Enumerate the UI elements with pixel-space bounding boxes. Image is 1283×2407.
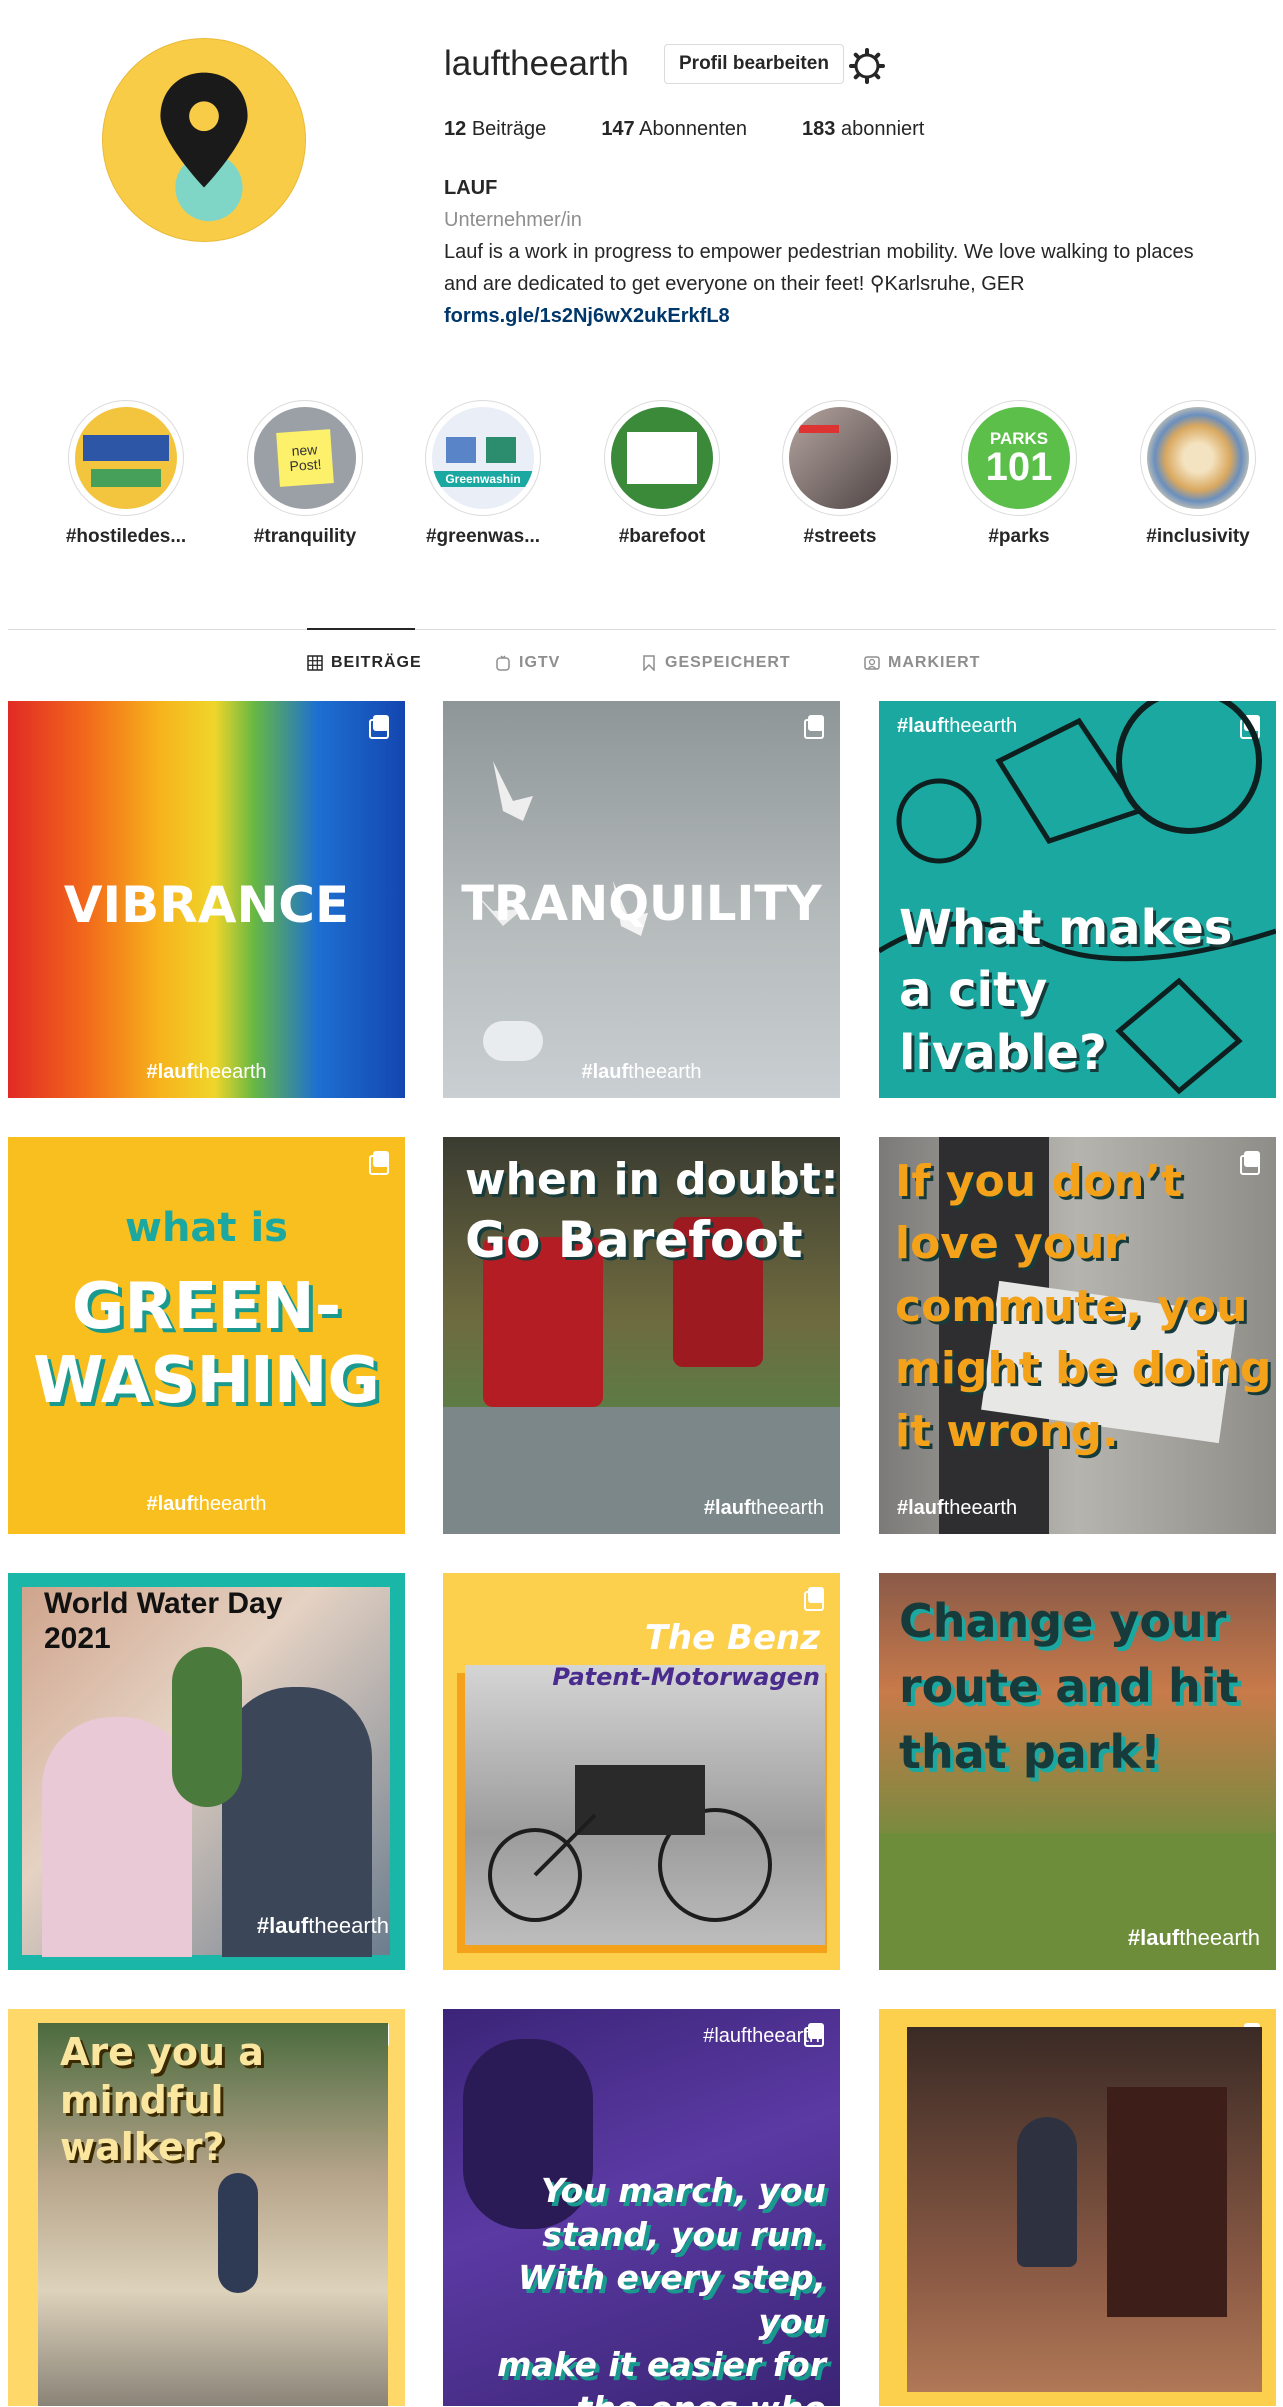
post-title: The Benz	[644, 1618, 820, 1658]
story-highlights: #hostiledes... new Post! #tranquility Gr…	[0, 400, 1283, 560]
profile-avatar[interactable]	[102, 38, 306, 242]
bookmark-icon	[643, 655, 655, 671]
multiple-posts-icon	[369, 1151, 391, 1175]
bio-line-1: Lauf is a work in progress to empower pe…	[444, 241, 1194, 263]
tab-posts[interactable]: BEITRÄGE	[307, 654, 422, 672]
followers-link[interactable]: 147 Abonnenten	[601, 118, 747, 141]
bio-line-2: and are dedicated to get everyone on the…	[444, 273, 1025, 295]
highlight-label: #barefoot	[618, 526, 706, 547]
post-title: Are you a mindful walker?	[60, 2030, 264, 2169]
highlight-label: #hostiledes...	[65, 526, 187, 547]
post-hashtag: #lauftheearth	[146, 1493, 267, 1515]
highlight-thumbnail: PARKS 101	[968, 407, 1070, 509]
post-title: You march, you stand, you run. With every …	[497, 2171, 826, 2406]
highlight-inclusivity[interactable]: #inclusivity	[1128, 400, 1268, 548]
highlight-barefoot[interactable]: #barefoot	[592, 400, 732, 548]
highlight-thumbnail	[611, 407, 713, 509]
highlight-label: #tranquility	[253, 526, 357, 547]
highlight-hostiledesign[interactable]: #hostiledes...	[56, 400, 196, 548]
highlight-parks[interactable]: PARKS 101 #parks	[949, 400, 1089, 548]
multiple-posts-icon	[369, 715, 391, 739]
post-title: World Water Day 2021	[44, 1587, 283, 1655]
tab-tagged[interactable]: MARKIERT	[864, 654, 980, 672]
settings-gear-icon[interactable]	[848, 47, 886, 85]
highlight-streets[interactable]: #streets	[770, 400, 910, 548]
tab-igtv[interactable]: IGTV	[495, 654, 560, 672]
post-hashtag: #lauftheearth	[703, 2025, 820, 2047]
post-park[interactable]: Change your route and hit that park! #lauf…	[879, 1573, 1276, 1970]
highlight-label: #greenwas...	[425, 526, 541, 547]
post-subtitle: Patent-Motorwagen	[552, 1663, 820, 1691]
active-tab-indicator	[307, 628, 415, 630]
post-barefoot[interactable]: when in doubt: Go Barefoot #lauftheearth	[443, 1137, 840, 1534]
seagulls-image	[473, 761, 648, 936]
tabs-divider	[8, 629, 1276, 630]
post-title: GREEN- WASHING	[33, 1270, 380, 1418]
post-tranquility[interactable]: TRANQUILITY #lauftheearth	[443, 701, 840, 1098]
igtv-icon	[496, 655, 510, 671]
post-title-small: what is	[125, 1205, 288, 1251]
highlight-thumbnail	[789, 407, 891, 509]
post-commute[interactable]: If you don’t love your commute, you might b…	[879, 1137, 1276, 1534]
photo-motorwagen	[465, 1665, 825, 1945]
highlight-label: #inclusivity	[1146, 526, 1250, 547]
post-benz[interactable]: The Benz Patent-Motorwagen	[443, 1573, 840, 1970]
grid-icon	[307, 655, 323, 671]
location-pin-icon	[103, 39, 305, 241]
post-child-walking[interactable]	[879, 2009, 1276, 2406]
edit-profile-button[interactable]: Profil bearbeiten	[664, 44, 844, 84]
highlight-tranquility[interactable]: new Post! #tranquility	[235, 400, 375, 548]
multiple-posts-icon	[804, 715, 826, 739]
highlight-label: #parks	[988, 526, 1050, 547]
post-title: Change your route and hit that park!	[899, 1594, 1239, 1779]
post-greenwashing[interactable]: what is GREEN- WASHING #lauftheearth	[8, 1137, 405, 1534]
post-hashtag: #lauftheearth	[146, 1061, 267, 1083]
highlight-greenwashing[interactable]: Greenwashin #greenwas...	[413, 400, 553, 548]
post-hashtag: #lauftheearth	[581, 1061, 702, 1083]
post-hashtag: #lauftheearth	[256, 1913, 389, 1938]
bio-link[interactable]: forms.gle/1s2Nj6wX2ukErkfL8	[444, 300, 1264, 332]
post-hashtag: #lauftheearth	[703, 1497, 824, 1519]
post-title: What makes a city livable?	[899, 900, 1233, 1081]
post-title: when in doubt: Go Barefoot	[465, 1154, 839, 1270]
profile-tabs: BEITRÄGE IGTV GESPEICHERT MARKIERT	[0, 654, 1283, 680]
highlight-label: #streets	[803, 526, 877, 547]
posts-count: 12 Beiträge	[444, 118, 547, 140]
highlight-thumbnail	[75, 407, 177, 509]
tricycle-car-icon	[488, 1765, 772, 1922]
following-link[interactable]: 183 abonniert	[802, 118, 924, 141]
post-you-march[interactable]: #lauftheearth You march, you stand, you r…	[443, 2009, 840, 2406]
post-vibrance[interactable]: VIBRANCE #lauftheearth	[8, 701, 405, 1098]
post-hashtag: #lauftheearth	[897, 1497, 1018, 1519]
photo-child	[907, 2027, 1262, 2392]
post-mindful-walker[interactable]: Are you a mindful walker?	[8, 2009, 405, 2406]
profile-stats: 12 Beiträge 147 Abonnenten 183 abonniert	[444, 118, 979, 141]
post-livable-city[interactable]: #lauftheearth What makes a city livable?	[879, 701, 1276, 1098]
profile-bio: LAUF Unternehmer/in Lauf is a work in pr…	[444, 172, 1264, 332]
highlight-thumbnail	[1147, 407, 1249, 509]
tab-saved[interactable]: GESPEICHERT	[641, 654, 791, 672]
post-world-water-day[interactable]: World Water Day 2021 #lauftheearth	[8, 1573, 405, 1970]
post-hashtag: #lauftheearth	[897, 715, 1018, 737]
display-name: LAUF	[444, 177, 498, 199]
post-title: VIBRANCE	[63, 876, 350, 934]
highlight-thumbnail: Greenwashin	[432, 407, 534, 509]
post-title: If you don’t love your commute, you might b…	[895, 1156, 1272, 1457]
tagged-user-icon	[864, 656, 880, 670]
profile-username: lauftheearth	[444, 44, 629, 83]
post-title: TRANQUILITY	[461, 876, 822, 932]
post-hashtag: #lauftheearth	[1127, 1925, 1260, 1950]
cloud-shape	[483, 1021, 543, 1061]
profile-category: Unternehmer/in	[444, 209, 582, 231]
highlight-thumbnail: new Post!	[254, 407, 356, 509]
multiple-posts-icon	[804, 1587, 826, 1611]
